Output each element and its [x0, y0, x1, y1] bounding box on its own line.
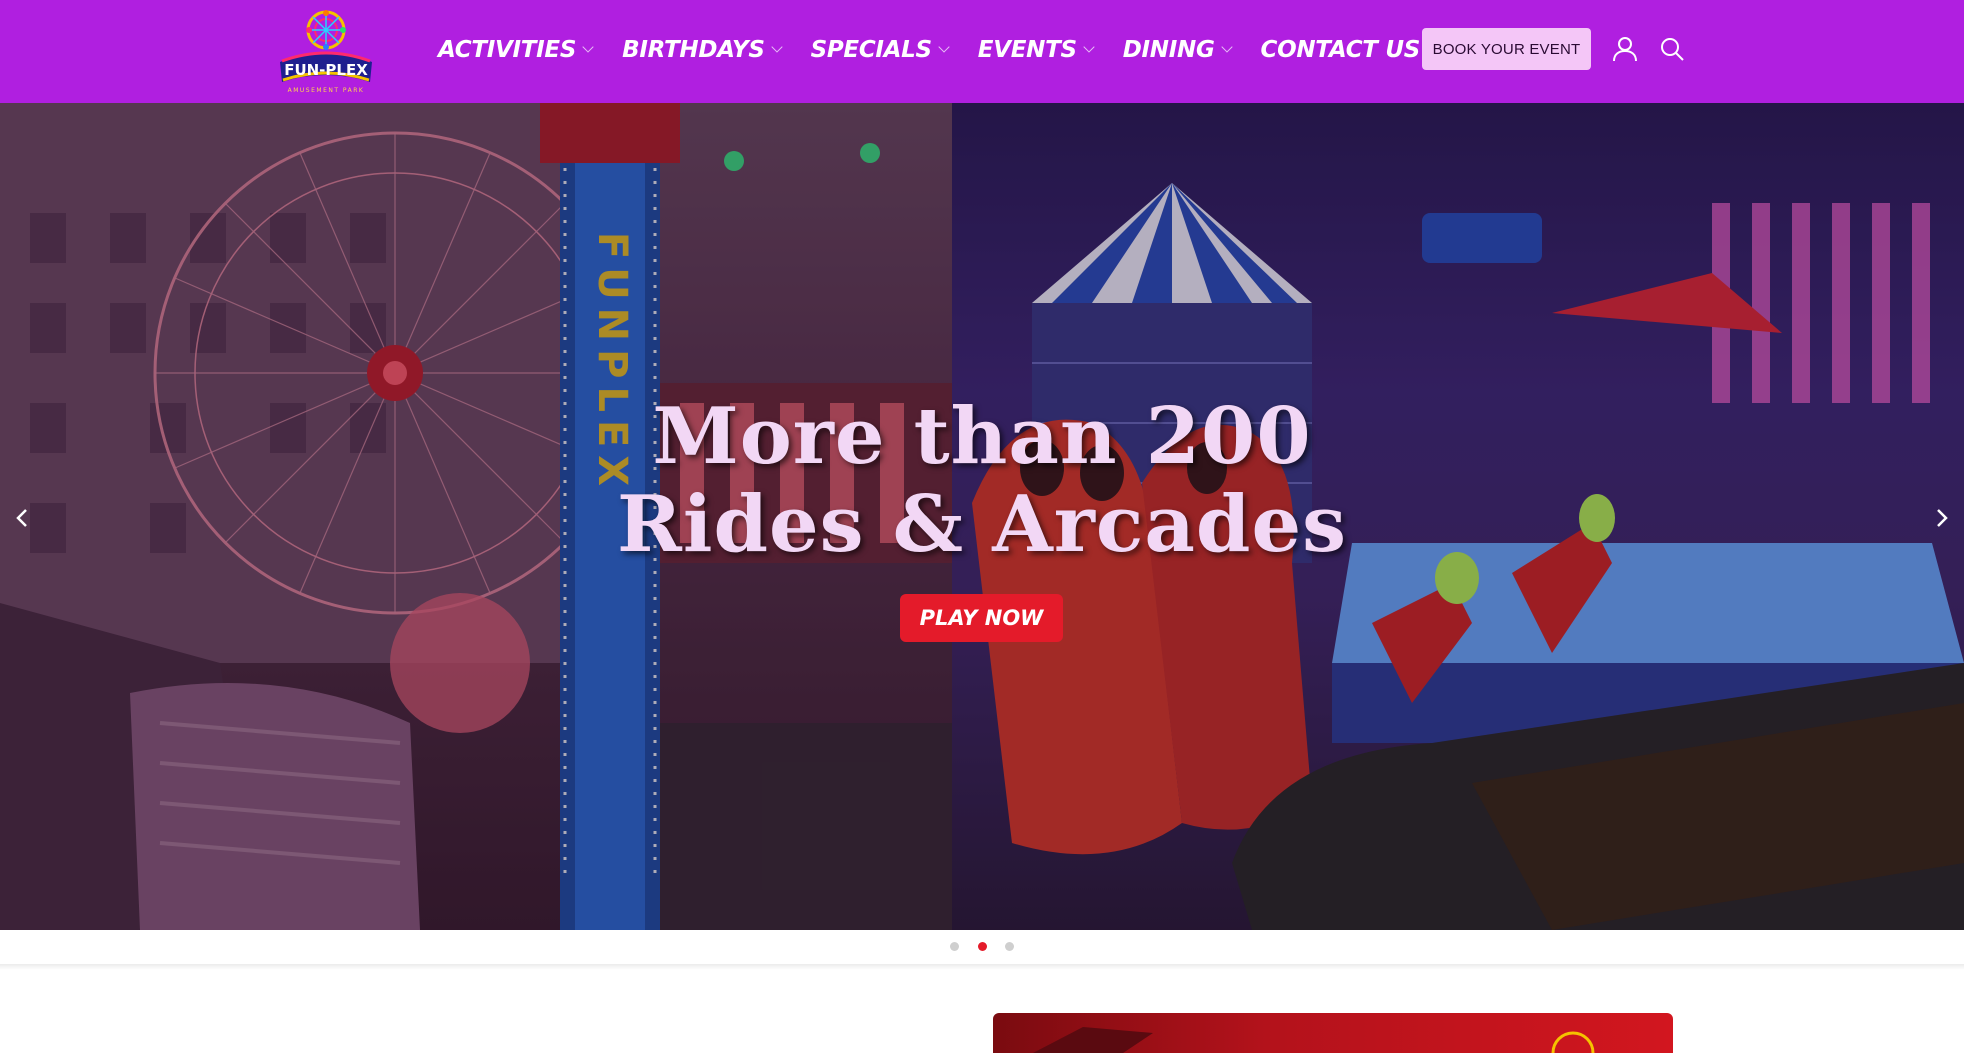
play-now-button[interactable]: PLAY NOW: [900, 594, 1063, 642]
hero-slider: FUNPLEX More than 200 Rides & Arcades PL…: [0, 103, 1964, 930]
hero-title-line1: More than 200: [652, 391, 1312, 482]
chevron-down-icon: [582, 41, 594, 53]
site-header: FUN-PLEX AMUSEMENT PARK ACTIVITIES BIRTH…: [0, 0, 1964, 103]
chevron-left-icon[interactable]: [12, 506, 32, 530]
funplex-logo[interactable]: FUN-PLEX AMUSEMENT PARK: [274, 4, 378, 100]
nav-item-specials[interactable]: SPECIALS: [810, 37, 950, 63]
book-your-event-button[interactable]: BOOK YOUR EVENT: [1422, 28, 1591, 70]
slider-dot-1[interactable]: [950, 941, 959, 951]
slider-dots: [950, 940, 1014, 952]
slider-dot-2[interactable]: [977, 941, 987, 951]
hero-title-line2: Rides & Arcades: [617, 479, 1347, 570]
chevron-down-icon: [938, 41, 950, 53]
search-icon[interactable]: [1659, 36, 1685, 62]
nav-label: CONTACT US: [1260, 37, 1421, 63]
user-icon[interactable]: [1612, 36, 1638, 62]
chevron-down-icon: [1083, 41, 1095, 53]
nav-item-birthdays[interactable]: BIRTHDAYS: [622, 37, 783, 63]
chevron-right-icon[interactable]: [1932, 506, 1952, 530]
nav-item-events[interactable]: EVENTS: [977, 37, 1095, 63]
hero-title: More than 200 Rides & Arcades: [0, 393, 1964, 569]
logo-text: FUN-PLEX: [284, 61, 368, 79]
nav-item-contact-us[interactable]: CONTACT US: [1261, 37, 1421, 63]
nav-label: BIRTHDAYS: [622, 37, 765, 63]
section-divider: [0, 964, 1964, 970]
logo-subtext: AMUSEMENT PARK: [288, 87, 365, 94]
promo-card[interactable]: [993, 1013, 1673, 1053]
chevron-down-icon: [770, 41, 783, 53]
chevron-down-icon: [1220, 41, 1233, 53]
nav-item-dining[interactable]: DINING: [1122, 37, 1233, 63]
nav-label: SPECIALS: [810, 37, 933, 63]
nav-label: EVENTS: [977, 37, 1077, 63]
nav-label: ACTIVITIES: [438, 37, 577, 63]
nav-item-activities[interactable]: ACTIVITIES: [438, 37, 594, 63]
slider-dot-3[interactable]: [1005, 941, 1014, 951]
main-nav: ACTIVITIES BIRTHDAYS SPECIALS EVENTS DIN…: [438, 33, 1450, 67]
nav-label: DINING: [1122, 37, 1215, 63]
